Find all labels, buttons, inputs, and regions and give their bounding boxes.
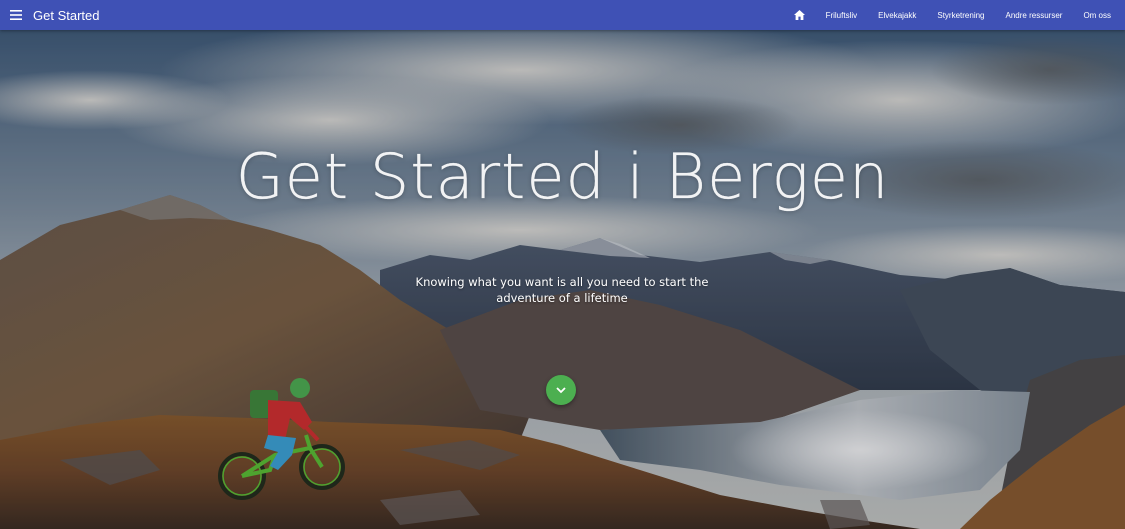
hero-title: Get Started i Bergen [235,140,890,213]
app-title[interactable]: Get Started [33,8,99,23]
menu-icon[interactable] [0,0,32,30]
hero-subtitle: Knowing what you want is all you need to… [415,275,709,305]
app-bar: Get Started Friluftsliv Elvekajakk Styrk… [0,0,1125,30]
scroll-down-button[interactable] [546,375,576,405]
nav-styrketrening[interactable]: Styrketrening [937,11,984,20]
nav-andre-ressurser[interactable]: Andre ressurser [1006,11,1063,20]
nav-om-oss[interactable]: Om oss [1083,11,1111,20]
chevron-down-icon [556,386,566,394]
nav-friluftsliv[interactable]: Friluftsliv [826,11,858,20]
home-icon[interactable] [793,10,805,20]
hero-section: Get Started i Bergen Knowing what you wa… [0,30,1125,529]
nav-elvekajakk[interactable]: Elvekajakk [878,11,916,20]
top-nav: Friluftsliv Elvekajakk Styrketrening And… [793,0,1125,30]
